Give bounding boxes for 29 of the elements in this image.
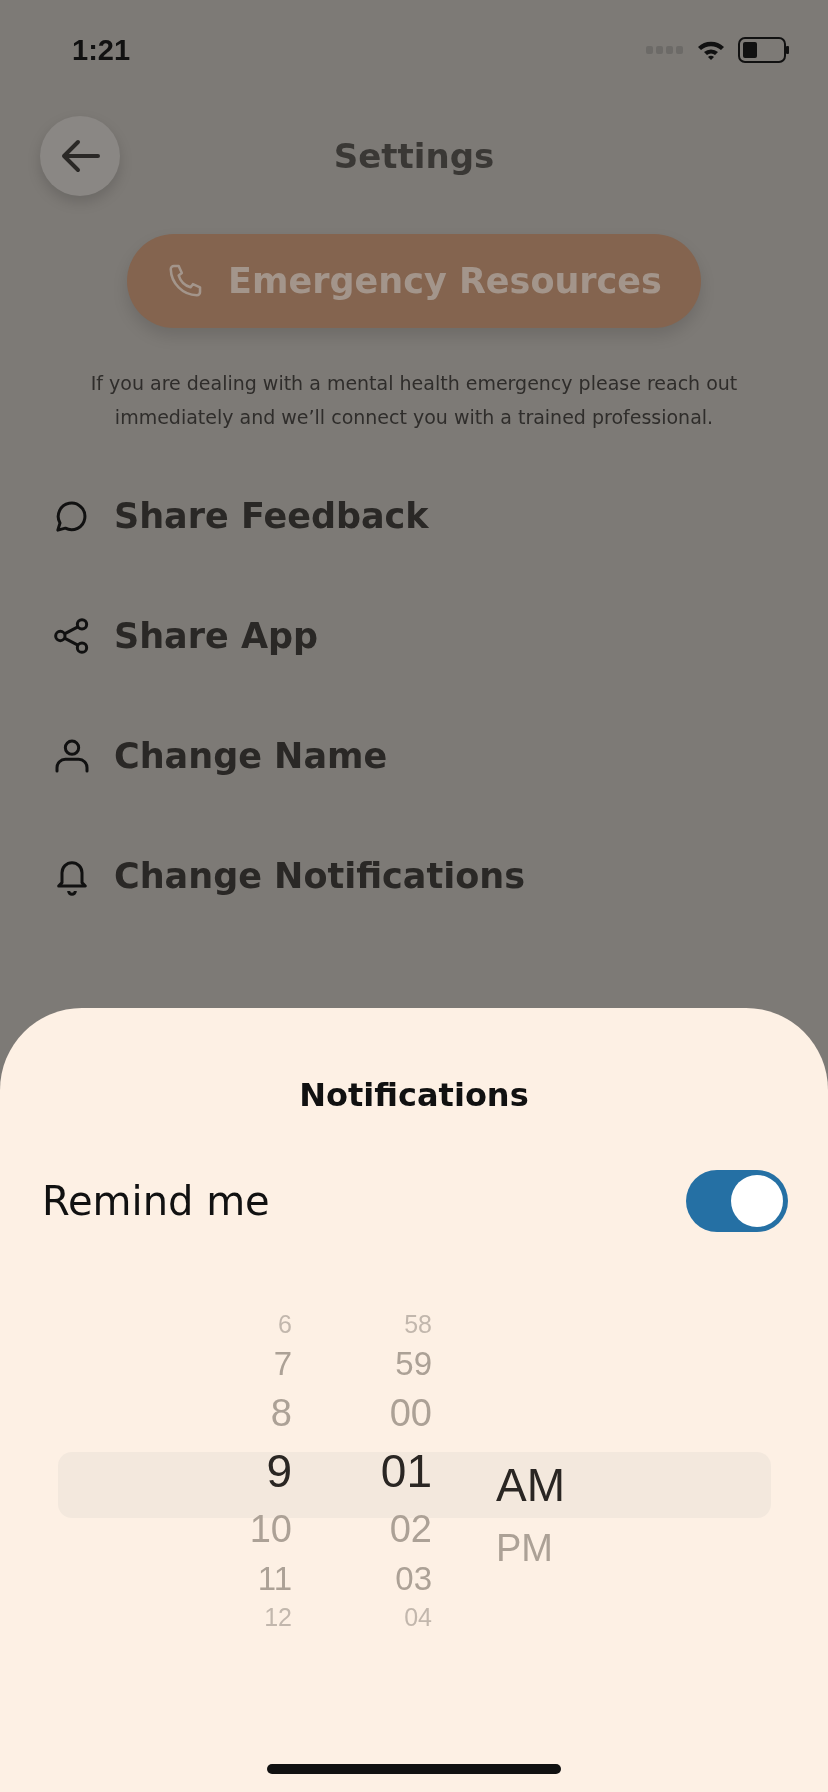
- picker-value[interactable]: 7: [273, 1341, 292, 1386]
- picker-value[interactable]: 9: [266, 1440, 292, 1502]
- menu-item[interactable]: Change Name: [114, 736, 388, 776]
- menu-item[interactable]: Share Feedback: [114, 496, 429, 536]
- picker-value[interactable]: 00: [389, 1385, 432, 1441]
- menu-item[interactable]: Share App: [114, 616, 319, 656]
- picker-value[interactable]: AM: [496, 1452, 565, 1518]
- picker-value[interactable]: 03: [395, 1556, 432, 1601]
- picker-value[interactable]: 02: [389, 1501, 432, 1557]
- status-time: 1:21: [72, 33, 131, 67]
- picker-value[interactable]: PM: [496, 1518, 553, 1578]
- remind-label: Remind me: [42, 1178, 270, 1224]
- picker-value[interactable]: 12: [264, 1600, 292, 1634]
- picker-value[interactable]: 04: [404, 1600, 432, 1634]
- menu-item[interactable]: Change Notifications: [114, 856, 525, 896]
- page-title: Settings: [332, 136, 496, 176]
- picker-value[interactable]: 59: [395, 1341, 432, 1386]
- picker-value[interactable]: 01: [380, 1440, 432, 1502]
- picker-value[interactable]: 10: [249, 1501, 292, 1557]
- battery-icon: [738, 37, 790, 63]
- picker-value[interactable]: 58: [404, 1308, 432, 1342]
- emergency-note: If you are dealing with a mental health emergency please reach out immediately and we’ll connect you with a trained professional.: [89, 371, 739, 430]
- emergency-resources-button[interactable]: Emergency Resources: [127, 234, 701, 328]
- picker-value[interactable]: 8: [270, 1385, 292, 1441]
- picker-value[interactable]: 6: [278, 1308, 292, 1342]
- sheet-title: Notifications: [298, 1076, 530, 1114]
- back-arrow-icon: [60, 139, 100, 173]
- picker-value[interactable]: 11: [257, 1556, 292, 1601]
- wifi-icon: [696, 39, 726, 61]
